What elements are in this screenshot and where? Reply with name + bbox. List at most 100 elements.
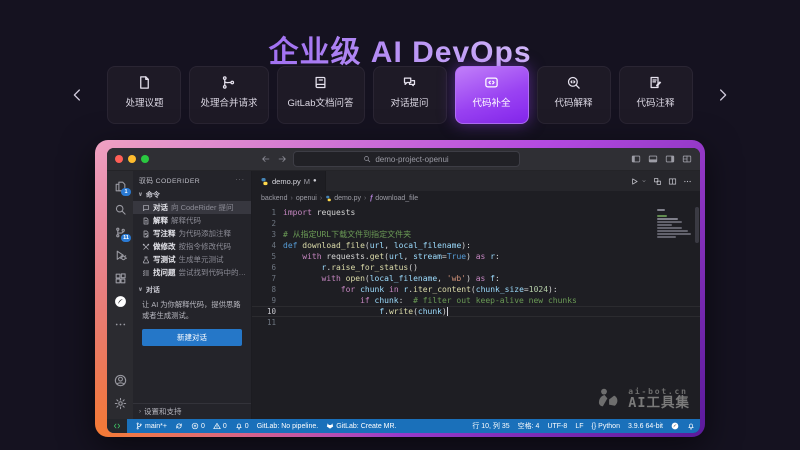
customize-layout-icon[interactable]: [682, 154, 692, 164]
toggle-panel-icon[interactable]: [648, 154, 658, 164]
watermark-name: AI工具集: [628, 396, 690, 411]
status-tanuki[interactable]: GitLab: Create MR.: [326, 422, 396, 430]
feature-card-chat-ask[interactable]: 对话提问: [373, 66, 447, 124]
activity-bar: 111: [107, 171, 133, 419]
status-sync[interactable]: [175, 422, 183, 430]
status-lf[interactable]: LF: [575, 423, 583, 430]
activity-source-control-button[interactable]: 11: [107, 222, 133, 243]
new-chat-button[interactable]: 新建对话: [142, 329, 242, 346]
carousel-next-button[interactable]: [715, 88, 730, 103]
nav-back-icon[interactable]: [261, 154, 271, 164]
toggle-sidebar-icon[interactable]: [631, 154, 641, 164]
activity-gear-button[interactable]: [107, 393, 133, 414]
breadcrumb-demo.py[interactable]: demo.py: [325, 195, 361, 202]
code-line-9[interactable]: 9 if chunk: # filter out keep-alive new …: [252, 295, 700, 306]
card-label: 对话提问: [390, 95, 428, 109]
run-dropdown-icon[interactable]: [641, 178, 647, 184]
open-changes-icon[interactable]: [653, 177, 662, 186]
code-line-1[interactable]: 1import requests: [252, 207, 700, 218]
code-line-7[interactable]: 7 with open(local_filename, 'wb') as f:: [252, 273, 700, 284]
breadcrumb-separator: ›: [320, 195, 322, 202]
account-icon: [114, 374, 127, 387]
close-window-button[interactable]: [115, 155, 123, 163]
feature-card-code-explain[interactable]: 代码解释: [537, 66, 611, 124]
code-line-11[interactable]: 11: [252, 317, 700, 328]
line-content: with open(local_filename, 'wb') as f:: [283, 273, 500, 284]
command-写注释[interactable]: 写注释为代码添加注释: [133, 227, 251, 240]
sync-icon: [175, 422, 183, 430]
code-line-4[interactable]: 4def download_file(url, local_filename):: [252, 240, 700, 251]
breadcrumb-backend[interactable]: backend: [261, 195, 287, 202]
status-branch[interactable]: main*+: [135, 422, 167, 430]
file-text-icon: [142, 217, 150, 225]
section-chat[interactable]: ∨ 对话: [133, 283, 251, 296]
activity-extensions-button[interactable]: [107, 268, 133, 289]
command-对话[interactable]: 对话向 CodeRider 提问: [133, 201, 251, 214]
status-3-9-6-64-bit[interactable]: 3.9.6 64-bit: [628, 423, 663, 430]
feature-card-code-completion[interactable]: 代码补全: [455, 66, 529, 124]
ide-window: demo-project-openui 111 驭码 CODERIDER ···…: [107, 148, 700, 433]
code-line-6[interactable]: 6 r.raise_for_status(): [252, 262, 700, 273]
code-line-8[interactable]: 8 for chunk in r.iter_content(chunk_size…: [252, 284, 700, 295]
feature-card-code-comment[interactable]: 代码注释: [619, 66, 693, 124]
status-gitlab-no-pipeline-[interactable]: GitLab: No pipeline.: [257, 423, 318, 430]
carousel-prev-button[interactable]: [70, 88, 85, 103]
activity-search-button[interactable]: [107, 199, 133, 220]
code-line-3[interactable]: 3# 从指定URL下载文件到指定文件夹: [252, 229, 700, 240]
sidebar-more-icon[interactable]: ···: [235, 176, 245, 183]
tab-demo-py[interactable]: demo.py M ●: [252, 171, 326, 191]
editor-scrollbar[interactable]: [695, 207, 699, 243]
status-bell[interactable]: 0: [235, 422, 249, 430]
status-utf-8[interactable]: UTF-8: [547, 423, 567, 430]
command-找问题[interactable]: 找问题尝试找到代码中的坏...: [133, 266, 251, 279]
feature-card-gitlab-docs-qa[interactable]: GitLab文档问答: [277, 66, 365, 124]
section-commands[interactable]: ∨ 命令: [133, 188, 251, 201]
more-actions-icon[interactable]: [683, 177, 692, 186]
code-line-10[interactable]: 10 f.write(chunk): [252, 306, 700, 317]
code-line-2[interactable]: 2: [252, 218, 700, 229]
chat-bubble-icon: [142, 204, 150, 212]
feature-card-merge-requests[interactable]: 处理合并请求: [189, 66, 268, 124]
line-content: for chunk in r.iter_content(chunk_size=1…: [283, 284, 558, 295]
settings-support-row[interactable]: › 设置和支持: [133, 403, 251, 419]
breadcrumb-openui[interactable]: openui: [296, 195, 317, 202]
minimap[interactable]: [657, 209, 691, 241]
status-coderider[interactable]: [671, 422, 679, 430]
card-label: GitLab文档问答: [288, 95, 354, 109]
status--4[interactable]: 空格: 4: [518, 421, 540, 431]
activity-files-button[interactable]: 1: [107, 176, 133, 197]
ide-window-frame: demo-project-openui 111 驭码 CODERIDER ···…: [95, 140, 705, 437]
split-editor-icon[interactable]: [668, 177, 677, 186]
toggle-secondary-sidebar-icon[interactable]: [665, 154, 675, 164]
code-line-5[interactable]: 5 with requests.get(url, stream=True) as…: [252, 251, 700, 262]
chat-icon: [402, 75, 417, 90]
feature-carousel: 处理议题处理合并请求 GitLab文档问答 对话提问 代码补全代码解释代码注释: [68, 63, 732, 127]
status-error[interactable]: 0: [191, 422, 205, 430]
run-file-icon[interactable]: [630, 177, 639, 186]
activity-more-h-button[interactable]: [107, 314, 133, 335]
line-number: 8: [252, 284, 283, 295]
command-做修改[interactable]: 做修改按指令修改代码: [133, 240, 251, 253]
minimize-window-button[interactable]: [128, 155, 136, 163]
sidebar-title: 驭码 CODERIDER: [139, 175, 200, 185]
command-写测试[interactable]: 写测试生成单元测试: [133, 253, 251, 266]
status-bell[interactable]: [687, 422, 695, 430]
line-number: 7: [252, 273, 283, 284]
line-content: f.write(chunk): [283, 306, 448, 317]
activity-account-button[interactable]: [107, 370, 133, 391]
nav-forward-icon[interactable]: [277, 154, 287, 164]
status-warning[interactable]: 0: [213, 422, 227, 430]
command-center-search[interactable]: demo-project-openui: [293, 151, 520, 167]
breadcrumb-download_file[interactable]: ƒdownload_file: [369, 195, 418, 202]
command-解释[interactable]: 解释解释代码: [133, 214, 251, 227]
status--10-35[interactable]: 行 10, 列 35: [472, 421, 509, 431]
status-remote[interactable]: [107, 419, 127, 433]
search-icon: [363, 155, 371, 163]
feature-card-issues[interactable]: 处理议题: [107, 66, 181, 124]
page: { "page": {"title": "企业级 AI DevOps"}, "c…: [0, 0, 800, 450]
status-braces[interactable]: {}Python: [591, 423, 619, 430]
maximize-window-button[interactable]: [141, 155, 149, 163]
activity-coderider-button[interactable]: [107, 291, 133, 312]
code-view[interactable]: 1import requests23# 从指定URL下载文件到指定文件夹4def…: [252, 205, 700, 419]
activity-debug-button[interactable]: [107, 245, 133, 266]
